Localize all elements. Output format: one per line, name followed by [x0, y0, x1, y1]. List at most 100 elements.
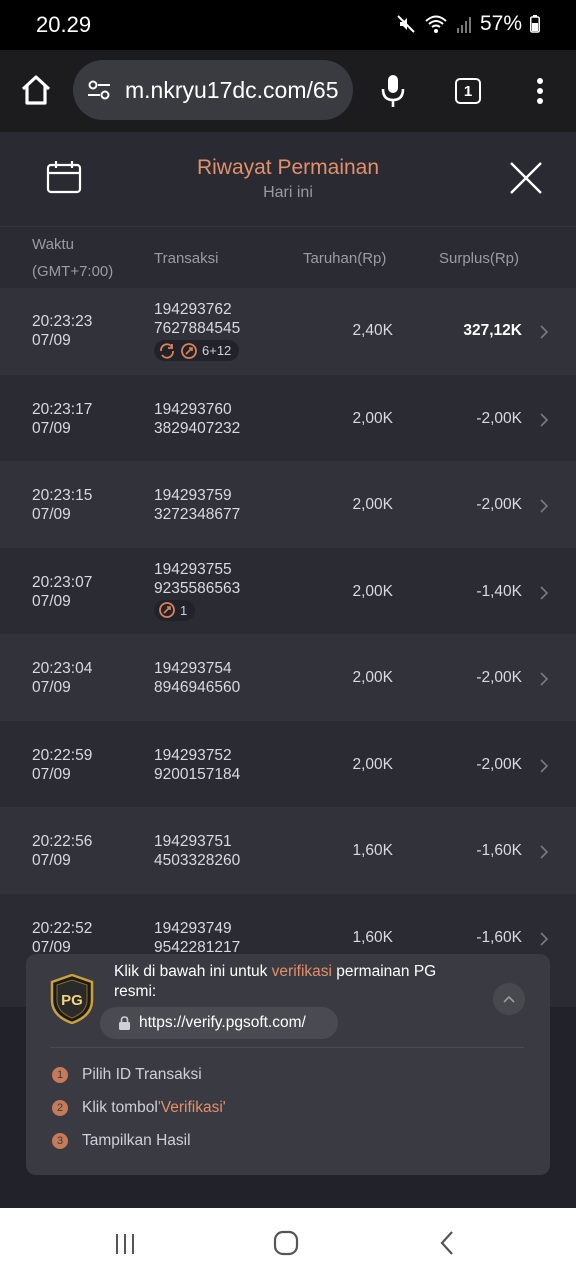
verify-step-3: 3 Tampilkan Hasil: [52, 1132, 191, 1150]
more-menu-icon[interactable]: [530, 76, 550, 106]
row-surplus: -2,00K: [476, 409, 522, 427]
table-row[interactable]: 20:23:23 07/09 194293762 7627884545 6+12…: [0, 288, 576, 375]
row-transaction: 194293754 8946946560: [154, 659, 240, 697]
transaction-id: 194293762: [154, 301, 232, 318]
table-row[interactable]: 20:23:17 07/09 194293760 3829407232 2,00…: [0, 374, 576, 461]
row-time: 20:22:56: [32, 833, 93, 850]
column-surplus: Surplus(Rp): [439, 250, 520, 267]
transaction-ref: 3829407232: [154, 419, 241, 437]
chevron-right-icon: [540, 758, 549, 773]
row-bet: 2,40K: [352, 322, 393, 339]
row-datetime: 20:22:52 07/09: [32, 919, 92, 957]
row-time: 20:23:07: [32, 573, 93, 591]
step-number: 2: [52, 1100, 68, 1116]
verification-message: Klik di bawah ini untuk verifikasi perma…: [114, 962, 474, 1002]
row-surplus: -2,00K: [476, 755, 522, 773]
chevron-up-icon: [503, 995, 515, 1003]
row-transaction: 194293759 3272348677: [154, 486, 240, 524]
step-label: Tampilkan Hasil: [82, 1132, 191, 1149]
row-bet: 1,60K: [352, 842, 393, 859]
site-settings-icon[interactable]: [85, 76, 113, 104]
verification-panel: PG Klik di bawah ini untuk verifikasi pe…: [26, 954, 550, 1175]
table-row[interactable]: 20:23:07 07/09 194293755 9235586563 1 2,…: [0, 547, 576, 634]
row-datetime: 20:22:59 07/09: [32, 746, 92, 784]
table-row[interactable]: 20:22:59 07/09 194293752 9200157184 2,00…: [0, 720, 576, 807]
tab-switcher-button[interactable]: 1: [455, 78, 481, 104]
address-bar[interactable]: m.nkryu17dc.com/65: [73, 60, 353, 120]
row-datetime: 20:23:23 07/09: [32, 312, 92, 350]
back-icon[interactable]: [438, 1230, 456, 1256]
chevron-right-icon: [540, 845, 549, 859]
row-surplus: -1,40K: [476, 582, 522, 600]
microphone-icon[interactable]: [378, 72, 408, 110]
pg-logo: PG: [50, 974, 94, 1024]
row-transaction: 194293760 3829407232: [154, 400, 240, 438]
lock-icon: [119, 1015, 130, 1030]
row-datetime: 20:23:17 07/09: [32, 400, 92, 438]
chevron-right-icon: [540, 325, 549, 339]
row-transaction: 194293752 9200157184: [154, 746, 240, 784]
page-subtitle[interactable]: Hari ini: [0, 184, 576, 202]
row-datetime: 20:23:04 07/09: [32, 659, 92, 697]
table-row[interactable]: 20:22:56 07/09 194293751 4503328260 1,60…: [0, 807, 576, 894]
row-surplus: -1,60K: [476, 928, 522, 946]
transaction-id: 194293751: [154, 833, 232, 850]
column-bet: Taruhan(Rp): [303, 250, 387, 267]
column-timezone: (GMT+7:00): [32, 263, 114, 280]
verify-text-start: Klik di bawah ini untuk: [114, 963, 272, 980]
table-row[interactable]: 20:23:15 07/09 194293759 3272348677 2,00…: [0, 461, 576, 548]
row-date: 07/09: [32, 419, 71, 437]
chevron-right-icon: [540, 412, 549, 427]
home-button-icon[interactable]: [273, 1230, 299, 1256]
row-time: 20:23:15: [32, 487, 93, 504]
step-number: 3: [52, 1133, 68, 1149]
row-datetime: 20:22:56 07/09: [32, 832, 92, 870]
chevron-right-icon: [540, 931, 549, 946]
row-date: 07/09: [32, 592, 71, 610]
row-bet: 1,60K: [352, 928, 393, 946]
badge-count: 6+12: [202, 343, 232, 358]
divider: [50, 1047, 524, 1048]
status-bar: 20.29 57%: [0, 0, 576, 50]
step-label: Klik tombol: [82, 1099, 158, 1116]
row-date: 07/09: [32, 765, 71, 783]
close-icon[interactable]: [508, 160, 544, 196]
row-time: 20:23:04: [32, 660, 93, 677]
battery-percent: 57%: [479, 12, 522, 35]
row-bet: 2,00K: [352, 582, 393, 600]
row-surplus: -1,60K: [476, 842, 522, 859]
system-navigation-bar: [0, 1208, 576, 1280]
row-bet: 2,00K: [352, 669, 393, 686]
table-header: Waktu (GMT+7:00) Transaksi Taruhan(Rp) S…: [0, 228, 576, 288]
transaction-ref: 9235586563: [154, 579, 241, 597]
recent-apps-icon[interactable]: [113, 1232, 137, 1256]
transaction-ref: 7627884545: [154, 320, 241, 337]
row-date: 07/09: [32, 332, 71, 349]
transaction-ref: 4503328260: [154, 852, 241, 869]
row-date: 07/09: [32, 679, 71, 696]
row-bet: 2,00K: [352, 409, 393, 427]
badge-count: 1: [180, 602, 188, 618]
row-bet: 2,00K: [352, 496, 393, 513]
mute-icon: [397, 15, 415, 33]
column-time: Waktu: [32, 236, 74, 253]
transaction-id: 194293754: [154, 660, 232, 677]
row-bet: 2,00K: [352, 755, 393, 773]
row-datetime: 20:23:15 07/09: [32, 486, 92, 524]
status-icons: 57%: [396, 12, 540, 36]
transaction-id: 194293760: [154, 400, 232, 418]
collapse-button[interactable]: [493, 983, 525, 1015]
url-text: m.nkryu17dc.com/65: [125, 76, 339, 103]
feature-badge: 6+12: [154, 340, 240, 361]
transaction-id: 194293749: [154, 919, 232, 937]
feature-badge: 1: [154, 599, 196, 621]
chevron-right-icon: [540, 585, 549, 600]
row-transaction: 194293762 7627884545 6+12: [154, 300, 240, 365]
transaction-ref: 3272348677: [154, 506, 241, 523]
home-icon[interactable]: [18, 72, 54, 108]
wifi-icon: [425, 15, 447, 33]
row-surplus: 327,12K: [463, 322, 522, 339]
table-row[interactable]: 20:23:04 07/09 194293754 8946946560 2,00…: [0, 634, 576, 721]
chevron-right-icon: [540, 499, 549, 513]
verify-url-link[interactable]: https://verify.pgsoft.com/: [100, 1007, 338, 1039]
